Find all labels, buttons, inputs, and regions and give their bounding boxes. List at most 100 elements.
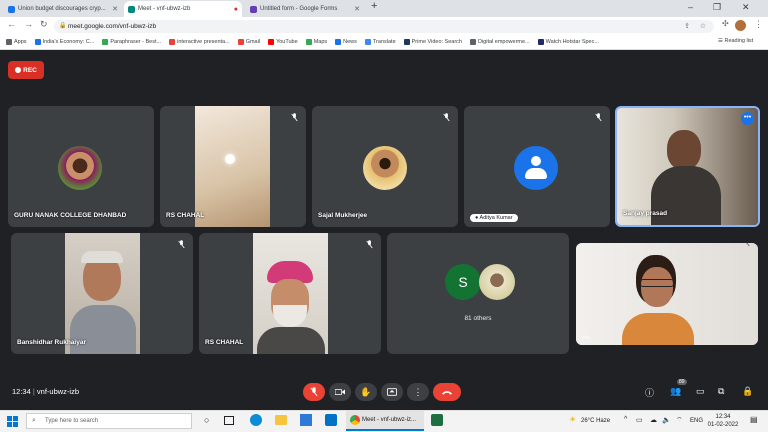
participant-tile[interactable]: RS CHAHAL: [199, 233, 381, 354]
apps-grid-icon: [6, 39, 12, 45]
raise-hand-button[interactable]: ✋: [355, 383, 377, 401]
profile-avatar[interactable]: [735, 20, 746, 31]
tab-budget[interactable]: Union budget discourages cryp... ✕: [4, 1, 122, 17]
self-face: [641, 267, 673, 307]
bookmark-item[interactable]: interactive presenta...: [169, 39, 230, 45]
participant-tile-active-speaker[interactable]: ••• Sanjay prasad: [615, 106, 760, 227]
self-view-tile[interactable]: You: [576, 243, 758, 345]
bookmark-hotstar[interactable]: Watch Hotstar Spec...: [537, 39, 599, 45]
notifications-icon[interactable]: ▤: [750, 415, 758, 424]
participant-hair: [81, 251, 123, 263]
bookmark-item[interactable]: Paraphraser - Best...: [102, 39, 161, 45]
mic-toggle-button[interactable]: [303, 383, 325, 401]
participant-tile[interactable]: GURU NANAK COLLEGE DHANBAD: [8, 106, 154, 227]
language-indicator[interactable]: ENG: [690, 418, 703, 424]
self-dupatta: [622, 313, 694, 345]
participant-tile[interactable]: ● Aditya Kumar: [464, 106, 610, 227]
chat-icon[interactable]: ▭: [696, 386, 705, 397]
bookmark-item[interactable]: India's Economy: C...: [34, 39, 94, 45]
others-tile[interactable]: S 81 others: [387, 233, 569, 354]
site-favicon-icon: [34, 39, 41, 45]
participant-count-badge: 89: [677, 379, 687, 385]
bookmark-item[interactable]: Digital empowerme...: [469, 39, 530, 45]
reload-icon[interactable]: ↻: [40, 19, 48, 30]
window-close-icon[interactable]: ✕: [742, 2, 750, 13]
windows-start-icon[interactable]: [7, 416, 18, 427]
meeting-details-icon[interactable]: ⓘ: [645, 386, 654, 399]
excel-icon[interactable]: [431, 414, 443, 426]
bookmark-gmail[interactable]: Gmail: [237, 39, 260, 45]
participant-video: [617, 108, 758, 225]
bookmark-apps[interactable]: Apps: [6, 39, 27, 45]
tab-forms[interactable]: Untitled form - Google Forms ✕: [246, 1, 364, 17]
chrome-menu-icon[interactable]: ⋮: [754, 19, 763, 30]
lock-icon: 🔒: [59, 23, 67, 29]
present-button[interactable]: [381, 383, 403, 401]
leave-call-button[interactable]: [433, 383, 461, 401]
site-favicon-icon: [169, 39, 176, 45]
mail-icon[interactable]: [325, 414, 337, 426]
translate-icon: [364, 39, 371, 45]
participant-video: [195, 106, 270, 227]
file-explorer-icon[interactable]: [275, 415, 287, 425]
network-icon[interactable]: ▭: [636, 416, 643, 424]
people-icon[interactable]: 👥: [670, 386, 681, 397]
record-dot-icon: [15, 67, 22, 73]
self-video: [576, 243, 758, 345]
gmail-icon: [237, 39, 244, 45]
taskbar-chrome-meet[interactable]: Meet - vnf-ubwz-iz...: [346, 411, 424, 431]
close-tab-icon[interactable]: ✕: [354, 5, 360, 13]
edge-icon[interactable]: [250, 414, 262, 426]
store-icon[interactable]: [300, 414, 312, 426]
participant-tile[interactable]: RS CHAHAL: [160, 106, 306, 227]
bookmark-maps[interactable]: Maps: [305, 39, 327, 45]
reading-list[interactable]: ☰ Reading list: [718, 38, 753, 44]
address-bar[interactable]: 🔒 meet.google.com/vnf-ubwz-izb ☆ ⇪: [54, 20, 714, 33]
others-avatar: S: [445, 264, 481, 300]
self-glasses: [640, 279, 674, 287]
wifi-icon[interactable]: ⌔: [676, 416, 683, 425]
new-tab-icon[interactable]: +: [371, 0, 377, 12]
mic-off-icon: [310, 387, 318, 397]
extensions-icon[interactable]: ✣: [722, 19, 729, 28]
tab-meet[interactable]: Meet - vnf-ubwz-izb ●: [124, 1, 242, 17]
participant-video: [65, 233, 140, 354]
news-favicon-icon: [8, 5, 15, 13]
participant-tile[interactable]: Sajal Mukherjee: [312, 106, 458, 227]
maximize-icon[interactable]: ❐: [713, 2, 721, 13]
participant-shirt: [257, 327, 325, 354]
show-hidden-icons[interactable]: ^: [624, 416, 627, 423]
host-controls-icon[interactable]: 🔒: [742, 386, 753, 397]
more-options-button[interactable]: ⋮: [407, 383, 429, 401]
cortana-icon[interactable]: ○: [204, 415, 209, 425]
name-chip: ● Aditya Kumar: [470, 214, 518, 222]
onedrive-icon[interactable]: ☁: [650, 416, 657, 424]
activities-icon[interactable]: ⧉: [718, 386, 724, 397]
camera-toggle-button[interactable]: [329, 383, 351, 401]
system-clock[interactable]: 12:34 01-02-2022: [706, 413, 740, 429]
bookmark-translate[interactable]: Translate: [364, 39, 396, 45]
taskbar-search-input[interactable]: ⌕ Type here to search: [26, 413, 192, 429]
participant-tile[interactable]: Banshidhar Rukhaiyar: [11, 233, 193, 354]
forward-icon[interactable]: →: [24, 19, 33, 29]
share-icon[interactable]: ⇪: [684, 20, 690, 33]
weather-text[interactable]: 26°C Haze: [581, 418, 610, 424]
bookmark-youtube[interactable]: YouTube: [268, 39, 298, 45]
ceiling-light: [225, 154, 235, 164]
volume-icon[interactable]: 🔈: [662, 416, 671, 424]
camera-icon: [335, 389, 345, 395]
bookmark-news[interactable]: News: [335, 39, 357, 45]
participant-avatar: [58, 146, 102, 190]
chrome-icon: [350, 415, 360, 425]
back-icon[interactable]: ←: [7, 19, 16, 29]
participant-beard: [273, 305, 307, 327]
bookmark-prime-video[interactable]: Prime Video: Search: [403, 39, 462, 45]
bookmark-star-icon[interactable]: ☆: [700, 20, 706, 33]
task-view-icon[interactable]: [224, 416, 234, 425]
minimize-icon[interactable]: –: [688, 2, 693, 12]
recording-tab-icon[interactable]: ●: [234, 6, 238, 13]
tile-options-icon[interactable]: •••: [741, 112, 754, 125]
prime-video-icon: [403, 39, 410, 45]
close-tab-icon[interactable]: ✕: [112, 5, 118, 13]
recording-badge[interactable]: REC: [8, 61, 44, 79]
